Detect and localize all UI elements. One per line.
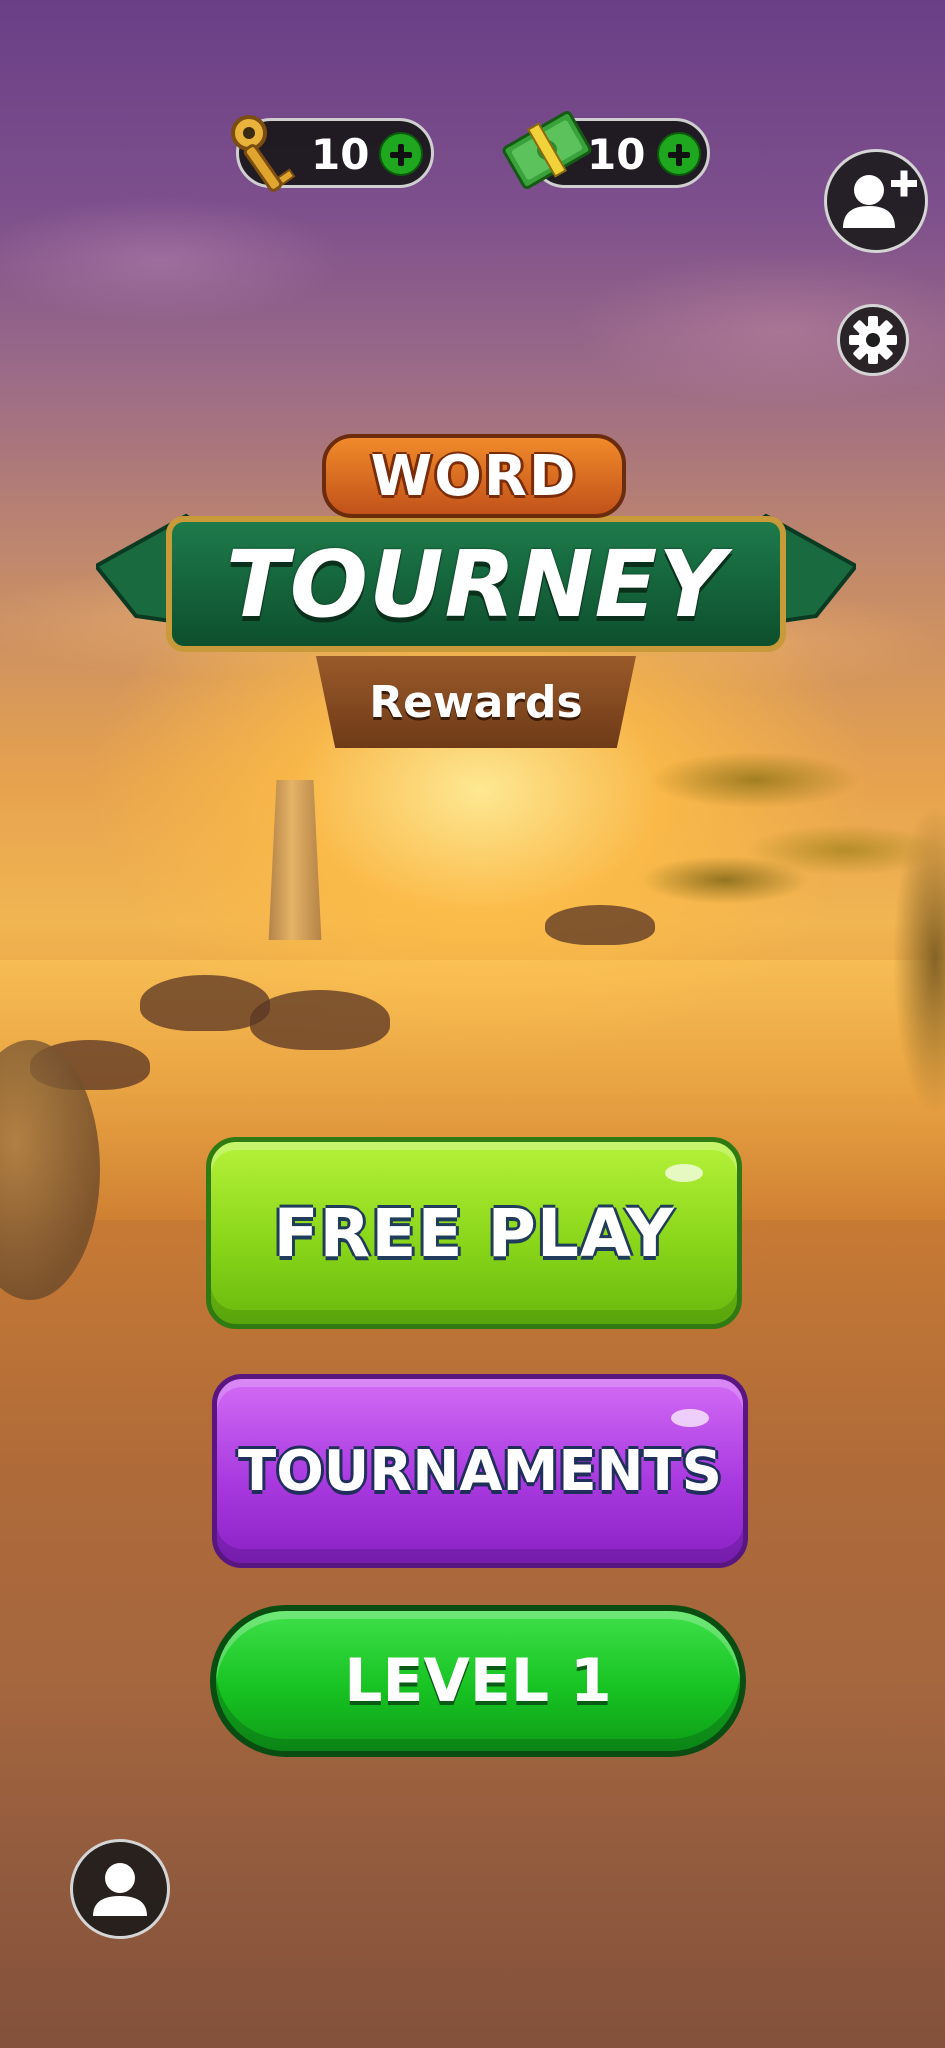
key-icon (231, 115, 296, 192)
cash-count: 10 (587, 130, 646, 179)
cash-counter: 10 (502, 111, 710, 189)
add-cash-button[interactable] (657, 132, 701, 176)
free-play-label: FREE PLAY (273, 1194, 675, 1272)
level-button[interactable]: LEVEL 1 (210, 1605, 746, 1757)
main-menu-screen: 10 10 TOURNEY WORD Rewards FREE PLAY TOU… (0, 0, 945, 2048)
add-friend-icon (843, 170, 917, 228)
button-gloss (665, 1164, 703, 1182)
lighthouse-illustration (268, 780, 322, 940)
logo-title: TOURNEY (166, 516, 786, 652)
keys-count: 10 (311, 130, 370, 179)
game-logo: TOURNEY WORD Rewards (96, 430, 856, 750)
cash-icon (502, 111, 592, 189)
logo-word: WORD (322, 434, 626, 518)
keys-counter: 10 (231, 115, 434, 192)
logo-subtitle: Rewards (316, 656, 636, 748)
tournaments-label: TOURNAMENTS (238, 1438, 722, 1504)
settings-button[interactable] (837, 304, 909, 376)
rock-illustration (250, 990, 390, 1050)
gear-icon (849, 316, 897, 364)
profile-button[interactable] (70, 1839, 170, 1939)
add-friend-button[interactable] (824, 149, 928, 253)
level-label: LEVEL 1 (344, 1646, 612, 1716)
tournaments-button[interactable]: TOURNAMENTS (212, 1374, 748, 1568)
add-keys-button[interactable] (379, 132, 423, 176)
button-gloss (671, 1409, 709, 1427)
palm-tree-illustration (635, 700, 945, 1120)
profile-icon (93, 1863, 147, 1916)
free-play-button[interactable]: FREE PLAY (206, 1137, 742, 1329)
